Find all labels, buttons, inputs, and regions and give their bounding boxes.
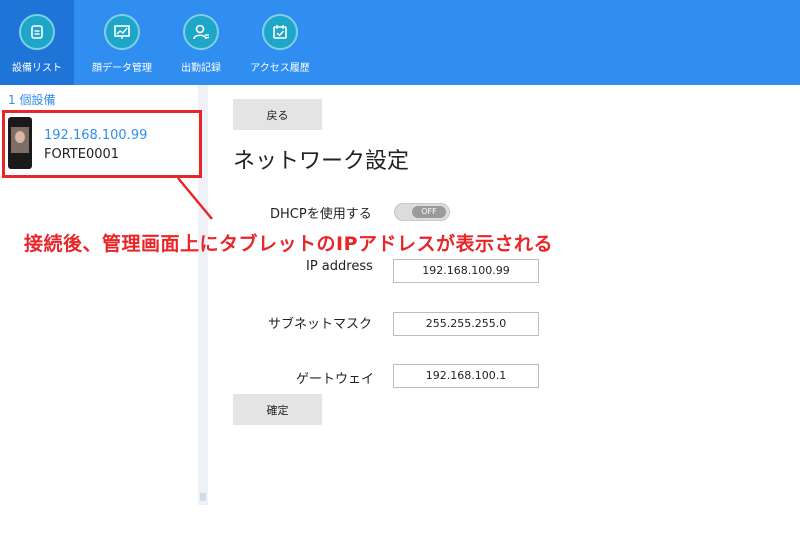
tool-attendance-label: 出勤記録 [181, 63, 221, 74]
tool-device-list-label: 設備リスト [12, 63, 62, 74]
subnet-mask-label: サブネットマスク [268, 317, 373, 332]
tool-device-list[interactable]: 設備リスト [0, 0, 74, 85]
annotation-text: 接続後、管理画面上にタブレットのIPアドレスが表示される [24, 233, 553, 255]
ip-address-label: IP address [306, 259, 373, 274]
face-data-icon [104, 14, 140, 50]
tool-attendance[interactable]: 出勤記録 [168, 0, 234, 85]
dhcp-label: DHCPを使用する [270, 207, 372, 222]
back-button[interactable]: 戻る [233, 99, 322, 130]
access-history-icon [262, 14, 298, 50]
gateway-field[interactable]: 192.168.100.1 [393, 364, 539, 388]
device-count-label: 1 個設備 [8, 93, 56, 107]
dhcp-toggle-state: OFF [412, 206, 446, 218]
tool-face-data-label: 顔データ管理 [92, 63, 152, 74]
tool-access-history[interactable]: アクセス履歴 [244, 0, 316, 85]
highlight-box [2, 110, 202, 178]
device-list-icon [19, 14, 55, 50]
subnet-mask-field[interactable]: 255.255.255.0 [393, 312, 539, 336]
top-toolbar: 設備リスト 顔データ管理 出勤記録 アクセス履歴 [0, 0, 800, 85]
page-title: ネットワーク設定 [233, 149, 410, 174]
tool-access-history-label: アクセス履歴 [250, 63, 310, 74]
tool-face-data[interactable]: 顔データ管理 [84, 0, 160, 85]
ip-address-field[interactable]: 192.168.100.99 [393, 259, 539, 283]
scrollbar-thumb[interactable] [200, 493, 206, 501]
gateway-label: ゲートウェイ [296, 372, 375, 387]
confirm-button[interactable]: 確定 [233, 394, 322, 425]
dhcp-toggle[interactable]: OFF [394, 203, 450, 221]
attendance-icon [183, 14, 219, 50]
